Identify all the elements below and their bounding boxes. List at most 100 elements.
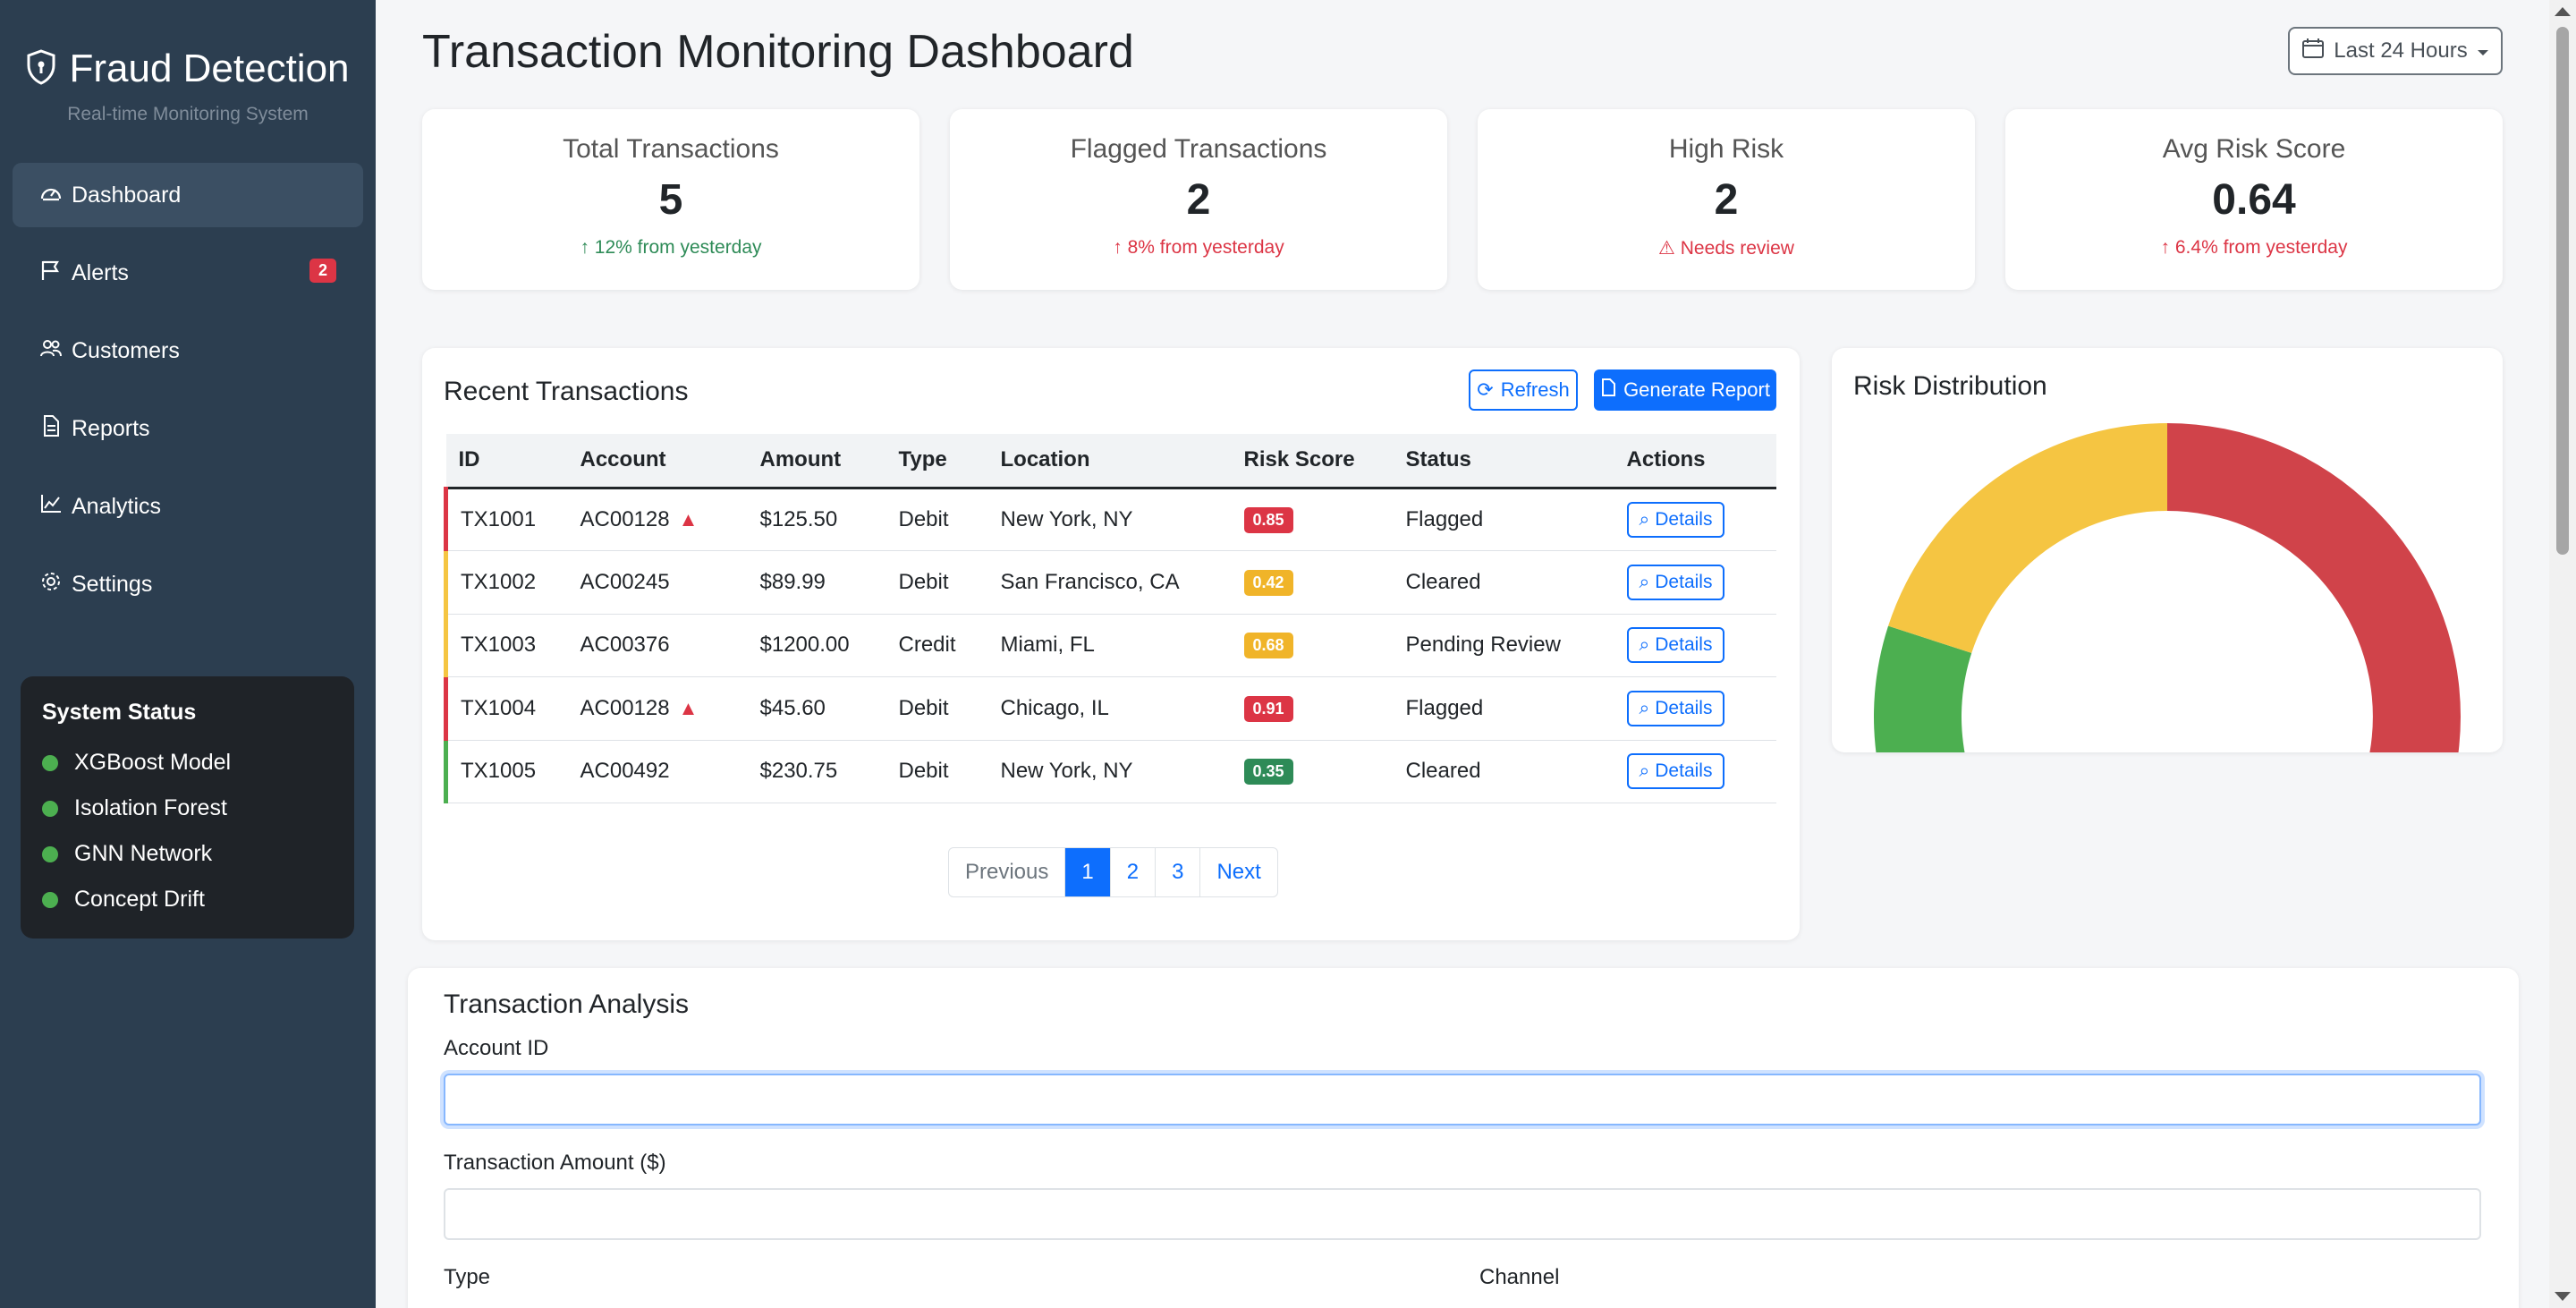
stat-card-high-risk: High Risk 2 ⚠ Needs review <box>1478 109 1975 290</box>
column-header: Risk Score <box>1231 434 1394 489</box>
sidebar-item-label: Analytics <box>72 493 162 519</box>
status-label: Isolation Forest <box>74 795 227 820</box>
column-header: Account <box>567 434 748 489</box>
donut-slice-0 <box>2167 423 2461 752</box>
sidebar-item-analytics[interactable]: Analytics <box>13 474 363 539</box>
cell-risk: 0.91 <box>1231 676 1394 741</box>
cell-actions: ⌕ Details <box>1614 740 1776 803</box>
people-icon <box>39 338 63 364</box>
column-header: ID <box>445 434 568 489</box>
generate-report-button[interactable]: Generate Report <box>1594 369 1776 411</box>
cell-account: AC00128 ▲ <box>567 676 748 741</box>
risk-score-badge: 0.91 <box>1243 695 1293 722</box>
page-scrollbar[interactable] <box>2549 0 2576 1308</box>
sidebar-item-dashboard[interactable]: Dashboard <box>13 163 363 227</box>
pagination-next[interactable]: Next <box>1200 848 1276 896</box>
sidebar-item-label: Alerts <box>72 259 129 285</box>
table-row[interactable]: TX1004 AC00128 ▲ $45.60 Debit Chicago, IL… <box>444 676 1776 741</box>
system-status-title: System Status <box>42 700 197 725</box>
cell-risk: 0.35 <box>1231 740 1394 803</box>
transaction-amount-input[interactable] <box>444 1188 2481 1240</box>
sidebar-item-alerts[interactable]: Alerts 2 <box>13 241 363 305</box>
status-row: Isolation Forest <box>42 786 333 831</box>
column-header: Status <box>1393 434 1614 489</box>
risk-distribution-card: Risk Distribution <box>1832 348 2503 752</box>
scroll-up-arrow-icon[interactable] <box>2555 7 2571 16</box>
column-header: Location <box>987 434 1232 489</box>
graph-icon <box>39 493 63 521</box>
cell-account: AC00492 <box>567 740 748 803</box>
refresh-button[interactable]: ⟳ Refresh <box>1469 369 1578 411</box>
account-text: AC00128 <box>580 695 670 720</box>
cell-location: New York, NY <box>987 740 1232 803</box>
cell-amount: $45.60 <box>747 676 886 741</box>
search-icon: ⌕ <box>1639 760 1650 782</box>
table-row[interactable]: TX1003 AC00376 $1200.00 Credit Miami, FL… <box>444 614 1776 677</box>
cell-type: Debit <box>886 740 988 803</box>
column-header: Actions <box>1614 434 1776 489</box>
pagination-previous[interactable]: Previous <box>949 848 1066 896</box>
cell-status: Flagged <box>1393 488 1614 551</box>
cell-status: Flagged <box>1393 676 1614 741</box>
stat-change: ↑ 8% from yesterday <box>950 237 1447 259</box>
table-row[interactable]: TX1001 AC00128 ▲ $125.50 Debit New York, … <box>444 488 1776 551</box>
sidebar-nav: Dashboard Alerts 2 Customers Reports Ana… <box>0 163 376 616</box>
brand-subtitle: Real-time Monitoring System <box>67 104 309 124</box>
stat-label: Flagged Transactions <box>1070 134 1327 164</box>
details-label: Details <box>1655 571 1713 592</box>
table-row[interactable]: TX1002 AC00245 $89.99 Debit San Francisc… <box>444 550 1776 615</box>
status-label: Concept Drift <box>74 887 205 912</box>
transactions-table: ID Account Amount Type Location Risk Sco… <box>444 434 1776 803</box>
cell-actions: ⌕ Details <box>1614 614 1776 677</box>
column-header: Type <box>886 434 988 489</box>
status-dot-icon <box>42 845 58 862</box>
stat-card-avg-risk: Avg Risk Score 0.64 ↑ 6.4% from yesterda… <box>2005 109 2503 290</box>
type-label: Type <box>444 1265 491 1289</box>
cell-account: AC00245 <box>567 550 748 615</box>
stat-card-flagged: Flagged Transactions 2 ↑ 8% from yesterd… <box>950 109 1447 290</box>
scrollbar-thumb[interactable] <box>2556 27 2569 555</box>
search-icon: ⌕ <box>1639 634 1650 656</box>
stat-label: Total Transactions <box>563 134 779 164</box>
sidebar-item-customers[interactable]: Customers <box>13 319 363 383</box>
status-row: XGBoost Model <box>42 740 333 786</box>
cell-type: Credit <box>886 614 988 677</box>
status-dot-icon <box>42 891 58 908</box>
account-text: AC00492 <box>580 759 670 784</box>
details-button[interactable]: ⌕ Details <box>1626 753 1725 790</box>
arrow-up-icon: ↑ <box>2160 237 2175 258</box>
status-row: Concept Drift <box>42 877 333 922</box>
details-button[interactable]: ⌕ Details <box>1626 627 1725 664</box>
scroll-down-arrow-icon[interactable] <box>2555 1292 2571 1301</box>
arrow-up-icon: ↑ <box>580 237 595 258</box>
shield-icon <box>26 48 56 89</box>
risk-score-badge: 0.68 <box>1243 633 1293 659</box>
cell-risk: 0.68 <box>1231 614 1394 677</box>
table-row[interactable]: TX1005 AC00492 $230.75 Debit New York, N… <box>444 740 1776 803</box>
sidebar-item-label: Settings <box>72 571 153 597</box>
time-range-dropdown[interactable]: Last 24 Hours <box>2288 27 2503 75</box>
cell-actions: ⌕ Details <box>1614 550 1776 615</box>
sidebar-item-settings[interactable]: Settings <box>13 552 363 616</box>
details-button[interactable]: ⌕ Details <box>1626 564 1725 600</box>
sidebar-item-reports[interactable]: Reports <box>13 396 363 461</box>
brand: Fraud Detection <box>0 47 376 91</box>
table-header-row: ID Account Amount Type Location Risk Sco… <box>445 434 1776 489</box>
transaction-analysis-title: Transaction Analysis <box>444 989 690 1019</box>
risk-distribution-chart <box>1874 423 2461 752</box>
search-icon: ⌕ <box>1639 508 1650 530</box>
pagination-page[interactable]: 2 <box>1111 848 1157 896</box>
details-button[interactable]: ⌕ Details <box>1626 501 1725 538</box>
account-id-input[interactable] <box>444 1074 2481 1125</box>
stat-change-text: 12% from yesterday <box>594 237 762 258</box>
donut-slice-1 <box>1874 625 1972 752</box>
pagination-page[interactable]: 1 <box>1065 848 1111 896</box>
status-label: GNN Network <box>74 841 213 866</box>
pagination-page[interactable]: 3 <box>1156 848 1201 896</box>
cell-location: Miami, FL <box>987 614 1232 677</box>
stat-change: ↑ 6.4% from yesterday <box>2005 237 2503 259</box>
transaction-amount-label: Transaction Amount ($) <box>444 1151 666 1175</box>
caret-down-icon <box>2477 38 2489 64</box>
details-button[interactable]: ⌕ Details <box>1626 690 1725 726</box>
account-text: AC00376 <box>580 633 670 658</box>
